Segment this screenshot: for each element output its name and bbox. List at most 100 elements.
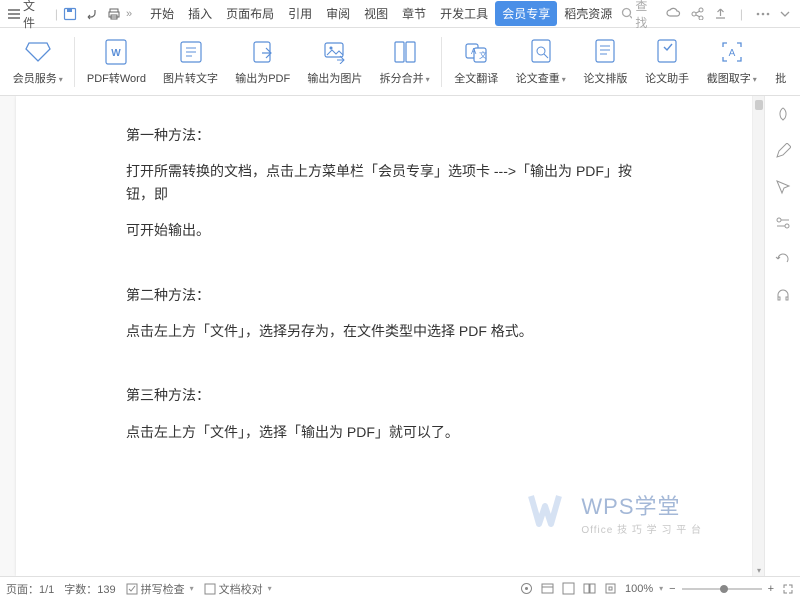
image-to-text-button[interactable]: 图片转文字 bbox=[154, 31, 226, 93]
settings-icon[interactable] bbox=[774, 214, 792, 232]
word-doc-icon: W bbox=[102, 38, 130, 66]
view-mode-1-icon[interactable] bbox=[541, 582, 554, 595]
zoom-control: 100%▾ − + bbox=[625, 583, 774, 595]
chevron-down-icon: ▾ bbox=[190, 584, 194, 593]
share-icon[interactable] bbox=[691, 7, 704, 20]
doc-heading: 第一种方法： bbox=[126, 124, 642, 146]
expand-icon[interactable] bbox=[782, 583, 794, 595]
translate-button[interactable]: A文 全文翻译 bbox=[445, 31, 507, 93]
tab-view[interactable]: 视图 bbox=[357, 1, 395, 26]
blank-icon bbox=[767, 38, 795, 66]
chevron-down-icon: ▾ bbox=[753, 75, 757, 84]
export-icon[interactable] bbox=[714, 7, 727, 20]
more-button-truncated[interactable]: 批 bbox=[765, 31, 796, 93]
screenshot-icon: A bbox=[718, 38, 746, 66]
screenshot-ocr-button[interactable]: A 截图取字▾ bbox=[698, 31, 765, 93]
tab-resource[interactable]: 稻壳资源 bbox=[557, 1, 619, 26]
split-merge-button[interactable]: 拆分合并▾ bbox=[371, 31, 438, 93]
tab-insert[interactable]: 插入 bbox=[181, 1, 219, 26]
tab-section[interactable]: 章节 bbox=[395, 1, 433, 26]
doc-paragraph: 打开所需转换的文档，点击上方菜单栏「会员专享」选项卡 --->「输出为 PDF」… bbox=[126, 160, 642, 205]
zoom-out-button[interactable]: − bbox=[669, 583, 675, 595]
tab-ref[interactable]: 引用 bbox=[281, 1, 319, 26]
svg-text:文: 文 bbox=[479, 50, 487, 60]
paper-assistant-button[interactable]: 论文助手 bbox=[636, 31, 698, 93]
member-service-button[interactable]: 会员服务▾ bbox=[4, 31, 71, 93]
refresh-icon[interactable] bbox=[774, 250, 792, 268]
more-icon[interactable] bbox=[756, 12, 770, 16]
assistant-icon bbox=[653, 38, 681, 66]
spell-check-toggle[interactable]: 拼写检查▾ bbox=[126, 581, 194, 597]
separator: | bbox=[55, 7, 58, 21]
chevron-down-icon[interactable] bbox=[780, 11, 790, 17]
tab-member[interactable]: 会员专享 bbox=[495, 1, 557, 26]
tab-layout[interactable]: 页面布局 bbox=[219, 1, 281, 26]
svg-text:A: A bbox=[471, 47, 477, 56]
watermark-title: WPS学堂 bbox=[581, 489, 702, 521]
chevron-more[interactable]: » bbox=[126, 8, 132, 20]
export-pdf-button[interactable]: 输出为PDF bbox=[227, 31, 299, 93]
divider bbox=[441, 37, 442, 87]
status-bar: 页面：1/1 字数：139 拼写检查▾ 文档校对▾ 100%▾ − + bbox=[0, 576, 800, 600]
tab-dev[interactable]: 开发工具 bbox=[433, 1, 495, 26]
svg-text:W: W bbox=[112, 48, 122, 59]
tab-start[interactable]: 开始 bbox=[143, 1, 181, 26]
top-bar: 文件 | » 开始 插入 页面布局 引用 审阅 视图 章节 开发工具 会员专享 … bbox=[0, 0, 800, 28]
plagiarism-icon bbox=[527, 38, 555, 66]
format-icon bbox=[591, 38, 619, 66]
check-icon bbox=[126, 583, 138, 595]
translate-icon: A文 bbox=[462, 38, 490, 66]
separator: | bbox=[740, 7, 743, 21]
chevron-down-icon: ▾ bbox=[268, 584, 272, 593]
doc-proof-toggle[interactable]: 文档校对▾ bbox=[204, 581, 272, 597]
document-canvas: 第一种方法： 打开所需转换的文档，点击上方菜单栏「会员专享」选项卡 --->「输… bbox=[0, 96, 764, 576]
cloud-icon[interactable] bbox=[666, 7, 681, 20]
view-mode-2-icon[interactable] bbox=[562, 582, 575, 595]
doc-paragraph: 点击左上方「文件」，选择「输出为 PDF」就可以了。 bbox=[126, 421, 642, 443]
pdf-to-word-button[interactable]: W PDF转Word bbox=[78, 31, 154, 93]
doc-heading: 第二种方法： bbox=[126, 284, 642, 306]
scroll-down-icon[interactable]: ▾ bbox=[755, 566, 763, 574]
export-image-button[interactable]: 输出为图片 bbox=[299, 31, 371, 93]
zoom-slider[interactable] bbox=[682, 588, 762, 590]
chevron-down-icon: ▾ bbox=[59, 75, 63, 84]
rocket-icon[interactable] bbox=[774, 106, 792, 124]
plagiarism-button[interactable]: 论文查重▾ bbox=[507, 31, 574, 93]
page-indicator[interactable]: 页面：1/1 bbox=[6, 581, 54, 597]
view-mode-4-icon[interactable] bbox=[604, 582, 617, 595]
image-export-icon bbox=[321, 38, 349, 66]
file-label: 文件 bbox=[23, 0, 46, 31]
zoom-thumb[interactable] bbox=[720, 585, 728, 593]
nav-icon[interactable] bbox=[520, 582, 533, 595]
save-icon[interactable] bbox=[63, 7, 77, 21]
vertical-scrollbar[interactable]: ▾ bbox=[752, 96, 764, 576]
headset-icon[interactable] bbox=[774, 286, 792, 304]
print-icon[interactable] bbox=[107, 7, 121, 21]
tab-bar: 开始 插入 页面布局 引用 审阅 视图 章节 开发工具 会员专享 稻壳资源 bbox=[143, 0, 619, 28]
tab-review[interactable]: 审阅 bbox=[319, 1, 357, 26]
scroll-thumb[interactable] bbox=[755, 100, 763, 110]
cursor-icon[interactable] bbox=[774, 178, 792, 196]
chevron-down-icon: ▾ bbox=[562, 75, 566, 84]
doc-heading: 第三种方法： bbox=[126, 384, 642, 406]
undo-icon[interactable] bbox=[85, 7, 99, 21]
zoom-label[interactable]: 100% bbox=[625, 583, 653, 595]
divider bbox=[74, 37, 75, 87]
search-box[interactable]: 查找 bbox=[621, 0, 656, 31]
watermark: WPS学堂 Office 技 巧 学 习 平 台 bbox=[527, 489, 702, 536]
paper-format-button[interactable]: 论文排版 bbox=[575, 31, 637, 93]
top-right: 查找 | bbox=[621, 0, 796, 31]
zoom-in-button[interactable]: + bbox=[768, 583, 774, 595]
diamond-icon bbox=[24, 38, 52, 66]
pen-icon[interactable] bbox=[774, 142, 792, 160]
view-mode-3-icon[interactable] bbox=[583, 582, 596, 595]
check-icon bbox=[204, 583, 216, 595]
split-merge-icon bbox=[391, 38, 419, 66]
word-count[interactable]: 字数：139 bbox=[64, 581, 115, 597]
chevron-down-icon: ▾ bbox=[426, 75, 430, 84]
menu-button[interactable]: 文件 bbox=[4, 0, 50, 33]
document-page[interactable]: 第一种方法： 打开所需转换的文档，点击上方菜单栏「会员专享」选项卡 --->「输… bbox=[16, 96, 752, 576]
ocr-icon bbox=[177, 38, 205, 66]
right-panel bbox=[764, 96, 800, 576]
doc-paragraph: 点击左上方「文件」，选择另存为，在文件类型中选择 PDF 格式。 bbox=[126, 320, 642, 342]
